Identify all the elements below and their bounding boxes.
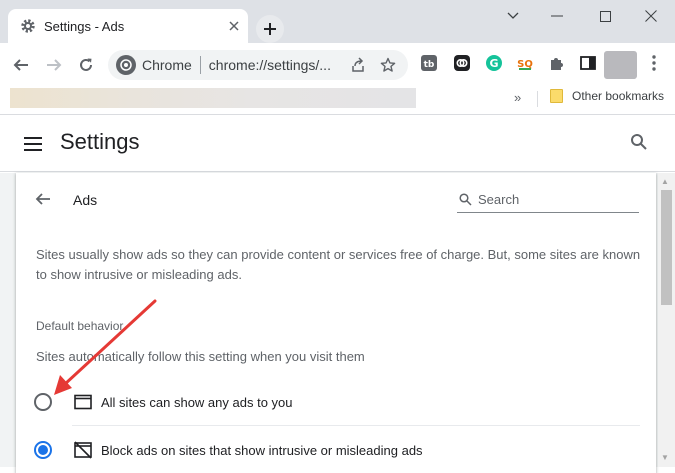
scroll-up-icon[interactable]: ▲ <box>661 177 669 186</box>
scrollbar[interactable]: ▲ ▼ <box>658 173 675 467</box>
forward-icon[interactable] <box>40 51 68 79</box>
reload-icon[interactable] <box>72 51 100 79</box>
omnibox-divider <box>199 56 201 74</box>
back-arrow-icon[interactable] <box>34 190 54 210</box>
option-allow-all-ads[interactable]: All sites can show any ads to you <box>34 382 640 422</box>
side-panel-icon[interactable] <box>578 53 598 73</box>
other-bookmarks-label: Other bookmarks <box>572 89 665 103</box>
scroll-down-icon[interactable]: ▼ <box>661 453 669 462</box>
extension-link-icon[interactable] <box>452 53 472 73</box>
extensions-puzzle-icon[interactable] <box>547 53 567 73</box>
extension-sq-icon[interactable]: SQ <box>515 53 535 73</box>
tab-search-icon[interactable] <box>489 0 537 32</box>
chrome-icon <box>116 55 136 75</box>
scroll-thumb[interactable] <box>661 190 672 305</box>
new-tab-button[interactable] <box>256 15 284 43</box>
svg-text:tb: tb <box>424 60 435 70</box>
bookmark-star-icon[interactable] <box>378 55 398 75</box>
maximize-icon[interactable] <box>581 0 629 32</box>
tab-strip: Settings - Ads <box>0 0 675 43</box>
settings-header: Settings <box>0 116 675 172</box>
section-heading: Default behavior <box>36 319 124 333</box>
hamburger-menu-icon[interactable] <box>24 136 42 152</box>
close-window-icon[interactable] <box>627 0 675 32</box>
tab-settings-ads[interactable]: Settings - Ads <box>8 9 248 43</box>
minimize-icon[interactable] <box>533 0 581 32</box>
window-icon <box>73 392 93 412</box>
blurred-bookmarks <box>10 88 416 108</box>
browser-toolbar: Chrome chrome://settings/... tb G SQ <box>0 43 675 87</box>
subpage-title: Ads <box>73 192 98 208</box>
search-input[interactable]: Search <box>457 190 639 213</box>
gear-icon <box>20 18 36 34</box>
ads-description: Sites usually show ads so they can provi… <box>36 247 641 282</box>
share-icon[interactable] <box>348 55 368 75</box>
tab-title: Settings - Ads <box>44 18 125 34</box>
site-info-chip[interactable]: Chrome <box>116 55 192 75</box>
profile-avatar[interactable] <box>604 51 637 79</box>
address-bar[interactable]: Chrome chrome://settings/... <box>108 50 408 80</box>
other-bookmarks-button[interactable]: Other bookmarks <box>550 89 664 103</box>
site-chip-label: Chrome <box>142 57 192 73</box>
svg-text:G: G <box>489 57 498 70</box>
section-subtitle: Sites automatically follow this setting … <box>36 349 365 364</box>
option-block-intrusive-ads[interactable]: Block ads on sites that show intrusive o… <box>34 430 640 470</box>
search-icon[interactable] <box>630 133 652 155</box>
ads-blocked-icon <box>73 440 93 460</box>
back-icon[interactable] <box>7 51 35 79</box>
url-text[interactable]: chrome://settings/... <box>209 57 331 73</box>
bookmarks-overflow-button[interactable]: » <box>514 90 521 105</box>
page-title: Settings <box>60 129 140 154</box>
option-label: All sites can show any ads to you <box>101 394 293 410</box>
bookmarks-divider <box>537 91 538 107</box>
search-placeholder: Search <box>478 192 520 207</box>
search-icon <box>459 193 473 207</box>
radio-block-intrusive-ads[interactable] <box>34 441 52 459</box>
option-label: Block ads on sites that show intrusive o… <box>101 442 423 458</box>
option-divider <box>72 425 640 426</box>
close-tab-icon[interactable] <box>224 16 244 36</box>
more-menu-icon[interactable] <box>644 53 664 73</box>
extension-tb-icon[interactable]: tb <box>419 53 439 73</box>
grammarly-icon[interactable]: G <box>484 53 504 73</box>
radio-allow-all-ads[interactable] <box>34 393 52 411</box>
folder-icon <box>550 89 563 103</box>
bookmarks-bar: » Other bookmarks <box>0 87 675 115</box>
